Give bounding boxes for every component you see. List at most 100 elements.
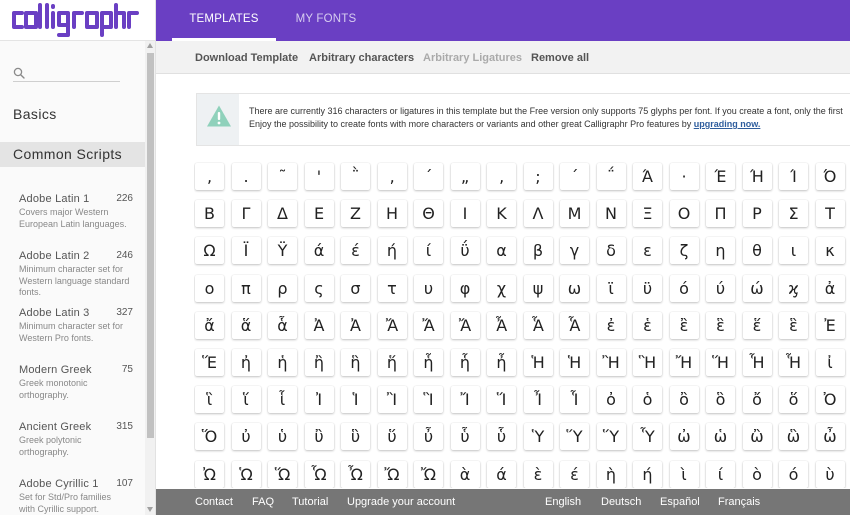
glyph-cell[interactable]: Ί	[779, 163, 808, 190]
glyph-cell[interactable]: Ζ	[341, 200, 370, 228]
glyph-cell[interactable]: Ἄ	[450, 311, 480, 339]
language-deutsch[interactable]: Deutsch	[601, 489, 641, 515]
glyph-cell[interactable]: δ	[596, 237, 626, 265]
glyph-cell[interactable]: ὴ	[596, 460, 626, 488]
glyph-cell[interactable]: ά	[304, 237, 334, 265]
glyph-cell[interactable]: ὠ	[669, 423, 699, 451]
glyph-cell[interactable]: ἥ	[377, 349, 407, 376]
glyph-cell[interactable]: ΰ	[450, 237, 480, 265]
glyph-cell[interactable]: η	[706, 237, 735, 265]
glyph-cell[interactable]: ΄	[560, 163, 589, 190]
glyph-cell[interactable]: ἒ	[669, 311, 699, 339]
glyph-cell[interactable]: ὸ	[742, 460, 772, 488]
glyph-cell[interactable]: Ἕ	[195, 349, 224, 376]
glyph-cell[interactable]: ὀ	[596, 386, 626, 414]
glyph-cell[interactable]: Ὕ	[560, 423, 589, 451]
script-item-adobe-latin-2[interactable]: Adobe Latin 2 246 Minimum character set …	[19, 250, 133, 299]
glyph-cell[interactable]: Ἧ	[742, 349, 772, 376]
glyph-cell[interactable]: ἓ	[779, 311, 808, 339]
script-item-modern-greek[interactable]: Modern Greek 75 Greek monotonic orthogra…	[19, 364, 133, 401]
script-item-adobe-cyrillic-1[interactable]: Adobe Cyrillic 1 107 Set for Std/Pro fam…	[19, 478, 133, 515]
glyph-cell[interactable]: ζ	[669, 237, 699, 265]
glyph-cell[interactable]: ἠ	[231, 349, 261, 376]
glyph-cell[interactable]: ῭	[341, 163, 370, 190]
glyph-cell[interactable]: Ὗ	[633, 423, 662, 451]
glyph-cell[interactable]: Λ	[523, 200, 553, 228]
glyph-cell[interactable]: ἳ	[195, 386, 224, 414]
glyph-cell[interactable]: ϋ	[633, 274, 662, 302]
glyph-cell[interactable]: Ὀ	[815, 386, 845, 414]
glyph-cell[interactable]: σ	[341, 274, 370, 302]
glyph-cell[interactable]: Ἱ	[341, 386, 370, 414]
glyph-cell[interactable]: Β	[195, 200, 224, 228]
glyph-cell[interactable]: ἄ	[195, 311, 224, 339]
glyph-cell[interactable]: Ό	[815, 163, 845, 190]
sidebar-section-basics[interactable]: Basics	[0, 106, 145, 122]
glyph-cell[interactable]: Γ	[231, 200, 261, 228]
glyph-cell[interactable]: ἡ	[268, 349, 297, 376]
glyph-cell[interactable]: Ἄ	[414, 311, 443, 339]
glyph-cell[interactable]: Ἀ	[304, 311, 334, 339]
sidebar-section-common-scripts[interactable]: Common Scripts	[0, 142, 145, 167]
glyph-cell[interactable]: τ	[377, 274, 407, 302]
glyph-cell[interactable]: ὕ	[377, 423, 407, 451]
glyph-cell[interactable]: φ	[450, 274, 480, 302]
glyph-cell[interactable]: ψ	[523, 274, 553, 302]
glyph-cell[interactable]: ὣ	[779, 423, 808, 451]
glyph-cell[interactable]: Π	[706, 200, 735, 228]
glyph-cell[interactable]: ἅ	[231, 311, 261, 339]
glyph-cell[interactable]: Σ	[779, 200, 808, 228]
script-item-adobe-latin-3[interactable]: Adobe Latin 3 327 Minimum character set …	[19, 307, 133, 344]
glyph-cell[interactable]: Ξ	[633, 200, 662, 228]
footer-link-faq[interactable]: FAQ	[252, 489, 274, 515]
remove-all-button[interactable]: Remove all	[531, 41, 589, 74]
glyph-cell[interactable]: Ἲ	[377, 386, 407, 414]
glyph-cell[interactable]: Η	[377, 200, 407, 228]
glyph-cell[interactable]: Ἡ	[560, 349, 589, 376]
glyph-cell[interactable]: ὓ	[341, 423, 370, 451]
glyph-cell[interactable]: ἧ	[450, 349, 480, 376]
glyph-cell[interactable]: ἑ	[633, 311, 662, 339]
glyph-cell[interactable]: Ε	[304, 200, 334, 228]
glyph-cell[interactable]: ή	[633, 460, 662, 488]
glyph-cell[interactable]: ἦ	[487, 349, 516, 376]
glyph-cell[interactable]: Ὦ	[341, 460, 370, 488]
glyph-cell[interactable]: ,	[195, 163, 224, 190]
glyph-cell[interactable]: ὐ	[231, 423, 261, 451]
glyph-cell[interactable]: ὅ	[779, 386, 808, 414]
glyph-cell[interactable]: ‚	[377, 163, 407, 190]
glyph-cell[interactable]: Ἳ	[414, 386, 443, 414]
glyph-cell[interactable]: Ή	[742, 163, 772, 190]
search-input[interactable]	[29, 66, 119, 81]
glyph-cell[interactable]: Ἆ	[487, 311, 516, 339]
tab-my-fonts[interactable]: MY FONTS	[290, 0, 362, 41]
glyph-cell[interactable]: Δ	[268, 200, 297, 228]
upgrading-now-link[interactable]: upgrading now.	[694, 119, 761, 129]
glyph-cell[interactable]: α	[487, 237, 516, 265]
glyph-cell[interactable]: ἣ	[341, 349, 370, 376]
glyph-cell[interactable]: Ο	[669, 200, 699, 228]
scroll-down-icon[interactable]	[147, 507, 153, 512]
glyph-cell[interactable]: ω	[560, 274, 589, 302]
glyph-cell[interactable]: ς	[304, 274, 334, 302]
glyph-cell[interactable]: χ	[487, 274, 516, 302]
glyph-cell[interactable]: θ	[742, 237, 772, 265]
glyph-cell[interactable]: Ἵ	[487, 386, 516, 414]
glyph-cell[interactable]: Ὡ	[231, 460, 261, 488]
glyph-cell[interactable]: ί	[706, 460, 735, 488]
glyph-cell[interactable]: γ	[560, 237, 589, 265]
glyph-cell[interactable]: ϗ	[779, 274, 808, 302]
glyph-cell[interactable]: ἐ	[596, 311, 626, 339]
glyph-cell[interactable]: ή	[377, 237, 407, 265]
glyph-cell[interactable]: Ὧ	[304, 460, 334, 488]
glyph-cell[interactable]: Μ	[560, 200, 589, 228]
footer-link-contact[interactable]: Contact	[195, 489, 233, 515]
glyph-cell[interactable]: ύ	[706, 274, 735, 302]
logo[interactable]	[0, 0, 155, 41]
script-item-adobe-latin-1[interactable]: Adobe Latin 1 226 Covers major Western E…	[19, 193, 133, 230]
glyph-cell[interactable]: Ὤ	[414, 460, 443, 488]
glyph-cell[interactable]: ἰ	[815, 349, 845, 376]
language-espanol[interactable]: Español	[660, 489, 700, 515]
glyph-cell[interactable]: έ	[560, 460, 589, 488]
glyph-cell[interactable]: ‚	[487, 163, 516, 190]
